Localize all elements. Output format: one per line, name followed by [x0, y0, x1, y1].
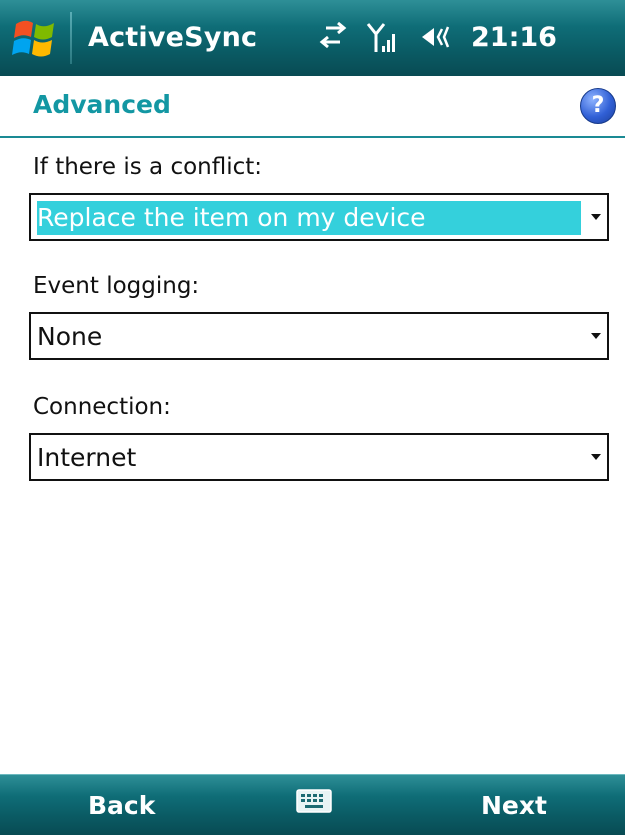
- sync-arrows-icon[interactable]: [316, 22, 350, 52]
- page-title: Advanced: [33, 90, 171, 119]
- conflict-label: If there is a conflict:: [33, 154, 263, 180]
- back-softkey[interactable]: Back: [88, 791, 155, 820]
- header-divider: [0, 136, 625, 138]
- keyboard-icon[interactable]: [296, 787, 332, 815]
- page-header: Advanced ?: [0, 76, 625, 138]
- title-bar: ActiveSync 21:16: [0, 0, 625, 76]
- connection-label: Connection:: [33, 394, 171, 420]
- chevron-down-icon[interactable]: [591, 333, 601, 339]
- conflict-dropdown[interactable]: Replace the item on my device: [29, 193, 609, 241]
- chevron-down-icon[interactable]: [591, 214, 601, 220]
- speaker-volume-icon[interactable]: [420, 22, 456, 52]
- chevron-down-icon[interactable]: [591, 454, 601, 460]
- clock[interactable]: 21:16: [471, 22, 557, 53]
- event-logging-dropdown[interactable]: None: [29, 312, 609, 360]
- help-icon[interactable]: ?: [580, 88, 616, 124]
- softkey-bar: Back Next: [0, 774, 625, 835]
- app-title: ActiveSync: [88, 22, 258, 53]
- conflict-dropdown-value: Replace the item on my device: [37, 201, 581, 235]
- event-logging-value: None: [37, 322, 103, 351]
- title-separator: [70, 12, 72, 64]
- signal-strength-icon[interactable]: [366, 22, 396, 54]
- connection-value: Internet: [37, 443, 137, 472]
- connection-dropdown[interactable]: Internet: [29, 433, 609, 481]
- next-softkey[interactable]: Next: [481, 791, 547, 820]
- event-logging-label: Event logging:: [33, 273, 200, 299]
- windows-start-icon[interactable]: [10, 14, 60, 64]
